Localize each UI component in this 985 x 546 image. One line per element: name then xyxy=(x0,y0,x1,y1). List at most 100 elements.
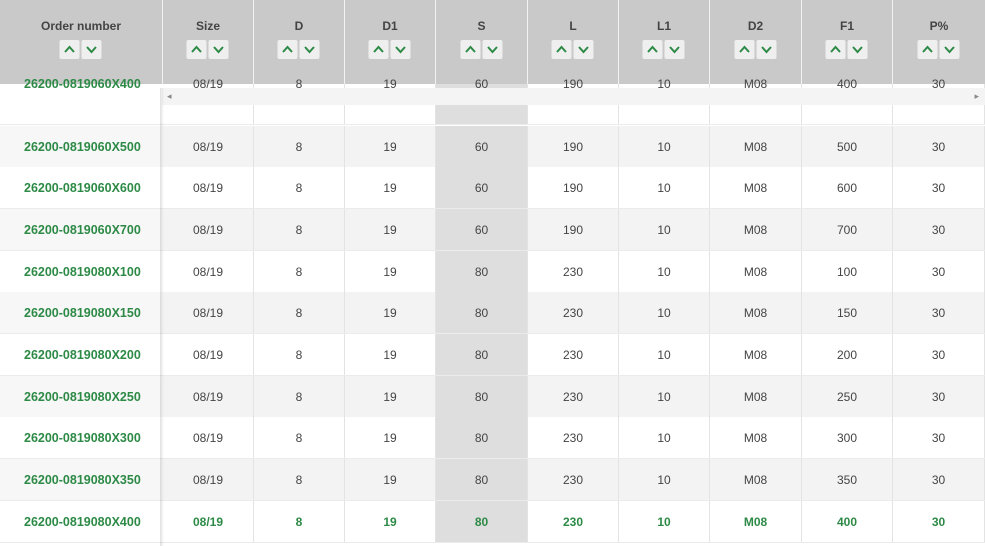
table-row[interactable]: 26200-0819080X400 08/19 8 19 80 230 10 M08 400 30 xyxy=(0,501,985,543)
cell-order-number[interactable]: 26200-0819060X400 xyxy=(0,77,163,124)
cell-value: 230 xyxy=(562,305,584,320)
order-number-link[interactable]: 26200-0819080X350 xyxy=(24,473,141,487)
cell-value: 80 xyxy=(474,430,489,445)
sort-descending-button[interactable] xyxy=(664,40,685,59)
cell-s: 80 xyxy=(436,334,528,375)
cell-value: 10 xyxy=(657,222,671,237)
header-label: P% xyxy=(929,19,949,33)
table-row[interactable]: 26200-0819080X350 08/19 8 19 80 230 10 M08 350 30 xyxy=(0,459,985,501)
table-row[interactable]: 26200-0819080X300 08/19 8 19 80 230 10 M08 300 30 xyxy=(0,417,985,459)
sort-descending-button[interactable] xyxy=(756,40,776,59)
cell-value: 19 xyxy=(383,222,397,237)
order-number-link[interactable]: 26200-0819080X200 xyxy=(24,348,141,362)
cell-order-number[interactable]: 26200-0819080X150 xyxy=(0,292,163,333)
order-number-link[interactable]: 26200-0819060X600 xyxy=(24,181,141,195)
order-number-link[interactable]: 26200-0819060X400 xyxy=(24,77,141,91)
sort-descending-button[interactable] xyxy=(390,40,411,59)
header-d1: D1 xyxy=(345,0,436,88)
cell-value: 08/19 xyxy=(192,139,224,154)
cell-value: 100 xyxy=(836,264,858,279)
cell-value: 30 xyxy=(931,139,946,154)
sort-controls xyxy=(186,40,230,59)
cell-order-number[interactable]: 26200-0819080X250 xyxy=(0,376,163,417)
header-label: S xyxy=(477,19,486,33)
sort-descending-button[interactable] xyxy=(939,40,960,59)
sort-descending-button[interactable] xyxy=(299,40,320,59)
sort-ascending-button[interactable] xyxy=(277,40,298,59)
order-number-link[interactable]: 26200-0819080X100 xyxy=(24,265,141,279)
cell-value: 08/19 xyxy=(192,264,224,279)
cell-order-number[interactable]: 26200-0819080X400 xyxy=(0,501,163,542)
cell-d: 8 xyxy=(254,126,345,167)
sort-ascending-button[interactable] xyxy=(368,40,389,59)
cell-p-percent: 30 xyxy=(893,376,985,417)
table-row[interactable]: 26200-0819080X150 08/19 8 19 80 230 10 M08 150 30 xyxy=(0,292,985,334)
cell-d2: M08 xyxy=(710,209,802,250)
table-row[interactable]: 26200-0819060X700 08/19 8 19 60 190 10 M08 700 30 xyxy=(0,209,985,251)
cell-value: 30 xyxy=(931,472,946,487)
order-number-link[interactable]: 26200-0819060X500 xyxy=(24,140,141,154)
cell-value: 190 xyxy=(562,222,584,237)
chevron-down-icon xyxy=(852,46,863,54)
cell-d: 8 xyxy=(254,417,345,458)
table-row[interactable]: 26200-0819060X500 08/19 8 19 60 190 10 M08 500 30 xyxy=(0,126,985,168)
sort-ascending-button[interactable] xyxy=(734,40,754,59)
sort-descending-button[interactable] xyxy=(208,40,229,59)
cell-order-number[interactable]: 26200-0819080X100 xyxy=(0,251,163,292)
order-number-link[interactable]: 26200-0819080X300 xyxy=(24,431,141,445)
cell-order-number[interactable]: 26200-0819060X500 xyxy=(0,126,163,167)
sort-ascending-button[interactable] xyxy=(551,40,572,59)
sort-ascending-button[interactable] xyxy=(59,40,80,59)
cell-d2: M08 xyxy=(710,292,802,333)
table-row[interactable]: 26200-0819060X600 08/19 8 19 60 190 10 M08 600 30 xyxy=(0,167,985,209)
header-f1: F1 xyxy=(802,0,893,88)
sort-descending-button[interactable] xyxy=(573,40,594,59)
sort-ascending-button[interactable] xyxy=(460,40,480,59)
cell-f1: 200 xyxy=(802,334,893,375)
cell-d: 8 xyxy=(254,167,345,208)
order-number-link[interactable]: 26200-0819080X400 xyxy=(24,515,141,529)
cell-s: 80 xyxy=(436,376,528,417)
cell-order-number[interactable]: 26200-0819080X350 xyxy=(0,459,163,500)
order-number-link[interactable]: 26200-0819080X150 xyxy=(24,306,141,320)
cell-value: 8 xyxy=(295,139,303,154)
horizontal-scrollbar[interactable]: ◂ ▸ xyxy=(162,88,985,105)
cell-f1: 500 xyxy=(802,126,893,167)
sort-ascending-button[interactable] xyxy=(825,40,846,59)
sort-ascending-button[interactable] xyxy=(917,40,938,59)
table-row[interactable]: 26200-0819080X200 08/19 8 19 80 230 10 M08 200 30 xyxy=(0,334,985,376)
sort-descending-button[interactable] xyxy=(847,40,868,59)
sort-ascending-button[interactable] xyxy=(642,40,663,59)
cell-order-number[interactable]: 26200-0819060X700 xyxy=(0,209,163,250)
scroll-right-icon[interactable]: ▸ xyxy=(974,91,979,101)
cell-value: 500 xyxy=(836,139,858,154)
table-row[interactable]: 26200-0819080X250 08/19 8 19 80 230 10 M08 250 30 xyxy=(0,376,985,418)
sort-descending-button[interactable] xyxy=(81,40,102,59)
cell-d: 8 xyxy=(254,292,345,333)
cell-order-number[interactable]: 26200-0819060X600 xyxy=(0,167,163,208)
cell-value: 10 xyxy=(657,472,671,487)
cell-value: 200 xyxy=(836,347,858,362)
sort-descending-button[interactable] xyxy=(482,40,502,59)
scroll-left-icon[interactable]: ◂ xyxy=(167,91,172,101)
table-row[interactable]: 26200-0819080X100 08/19 8 19 80 230 10 M08 100 30 xyxy=(0,251,985,293)
cell-order-number[interactable]: 26200-0819080X200 xyxy=(0,334,163,375)
cell-s: 80 xyxy=(436,459,528,500)
header-l: L xyxy=(528,0,619,88)
cell-size: 08/19 xyxy=(163,334,254,375)
sort-ascending-button[interactable] xyxy=(186,40,207,59)
cell-value: 230 xyxy=(562,347,584,362)
header-label: L xyxy=(569,19,577,33)
order-number-link[interactable]: 26200-0819060X700 xyxy=(24,223,141,237)
cell-d: 8 xyxy=(254,209,345,250)
order-number-link[interactable]: 26200-0819080X250 xyxy=(24,390,141,404)
cell-value: 30 xyxy=(931,389,946,404)
cell-value: 08/19 xyxy=(192,472,224,487)
sort-controls xyxy=(59,40,103,59)
cell-value: 8 xyxy=(295,180,303,195)
cell-d1: 19 xyxy=(345,459,436,500)
cell-value: 190 xyxy=(562,180,584,195)
chevron-up-icon xyxy=(64,45,75,53)
sort-controls xyxy=(551,40,595,59)
cell-order-number[interactable]: 26200-0819080X300 xyxy=(0,417,163,458)
